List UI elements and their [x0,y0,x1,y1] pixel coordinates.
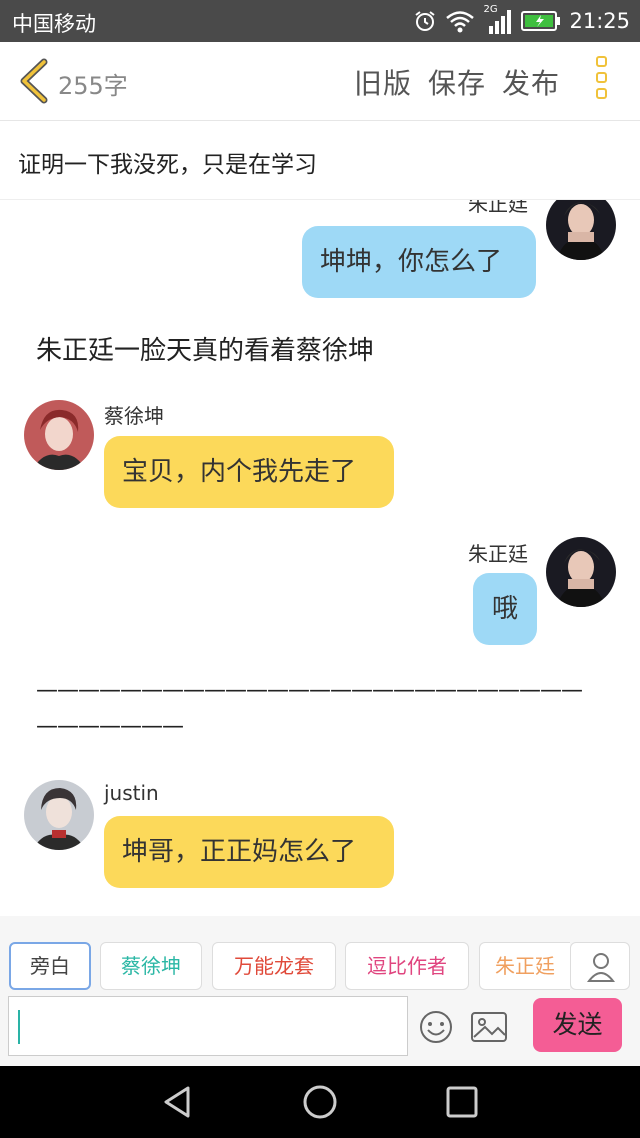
role-tab-extra[interactable]: 万能龙套 [212,942,336,990]
clock: 21:25 [569,9,630,33]
message-bubble[interactable]: 宝贝，内个我先走了 [104,436,394,508]
message-text: 坤哥，正正妈怎么了 [122,837,357,867]
emoji-icon[interactable] [418,1009,454,1045]
story-title: 证明一下我没死，只是在学习 [18,152,317,178]
editor-header: 255字 旧版 保存 发布 [0,42,640,121]
role-tab-narrator[interactable]: 旁白 [9,942,91,990]
status-bar: 中国移动 2G 21:25 [0,0,640,42]
back-chevron-icon[interactable] [14,58,50,104]
avatar-caixukun[interactable] [24,400,94,470]
save-button[interactable]: 保存 [428,62,486,102]
home-circle-icon[interactable] [302,1084,338,1120]
old-version-button[interactable]: 旧版 [354,62,412,102]
word-count: 255字 [58,72,128,100]
battery-icon [521,11,561,31]
carrier-label: 中国移动 [12,12,96,36]
image-icon[interactable] [470,1011,508,1043]
wifi-icon [446,11,475,33]
role-label: 蔡徐坤 [121,954,181,978]
role-label: 万能龙套 [234,954,314,978]
speaker-name: 朱正廷 [468,200,528,216]
person-icon [586,953,616,982]
role-tab-author[interactable]: 逗比作者 [345,942,469,990]
recents-square-icon[interactable] [444,1084,480,1120]
role-tab-caixukun[interactable]: 蔡徐坤 [100,942,202,990]
send-label: 发送 [552,1010,603,1039]
message-bubble[interactable]: 坤坤，你怎么了 [302,226,536,298]
speaker-name: justin [104,781,159,805]
role-label: 朱正廷 [495,954,555,978]
story-title-bar[interactable]: 证明一下我没死，只是在学习 [0,121,640,200]
signal-icon: 2G [483,4,513,34]
system-nav-bar [0,1066,640,1138]
narration-text: 朱正廷一脸天真的看着蔡徐坤 [36,336,375,366]
role-tab-zhuzhengting[interactable]: 朱正廷 [479,942,570,990]
role-label: 逗比作者 [367,954,447,978]
narration-divider: —————————————————————————— [36,678,583,703]
text-cursor [18,1010,20,1044]
role-label: 旁白 [30,954,70,978]
message-bubble[interactable]: 坤哥，正正妈怎么了 [104,816,394,888]
send-button[interactable]: 发送 [533,998,622,1052]
manage-roles-button[interactable] [570,942,630,990]
message-input[interactable] [8,996,408,1056]
more-menu-icon[interactable] [596,56,614,106]
avatar-zhuzhengting[interactable] [546,200,616,260]
message-text: 哦 [491,594,518,624]
composer-panel: 旁白 蔡徐坤 万能龙套 逗比作者 朱正廷 发送 [0,916,640,1066]
publish-button[interactable]: 发布 [502,62,560,102]
status-icons: 2G 21:25 [413,4,630,36]
speaker-name: 朱正廷 [468,542,528,566]
speaker-name: 蔡徐坤 [104,404,164,428]
chat-area[interactable]: 朱正廷 坤坤，你怎么了 朱正廷一脸天真的看着蔡徐坤 蔡徐坤 宝贝，内个我先走了 … [0,200,640,916]
message-text: 宝贝，内个我先走了 [122,457,357,487]
alarm-icon [415,11,436,31]
back-triangle-icon[interactable] [160,1084,196,1120]
narration-divider: ——————— [36,714,184,739]
message-text: 坤坤，你怎么了 [320,247,503,277]
message-bubble[interactable]: 哦 [473,573,537,645]
avatar-justin[interactable] [24,780,94,850]
avatar-zhuzhengting[interactable] [546,537,616,607]
